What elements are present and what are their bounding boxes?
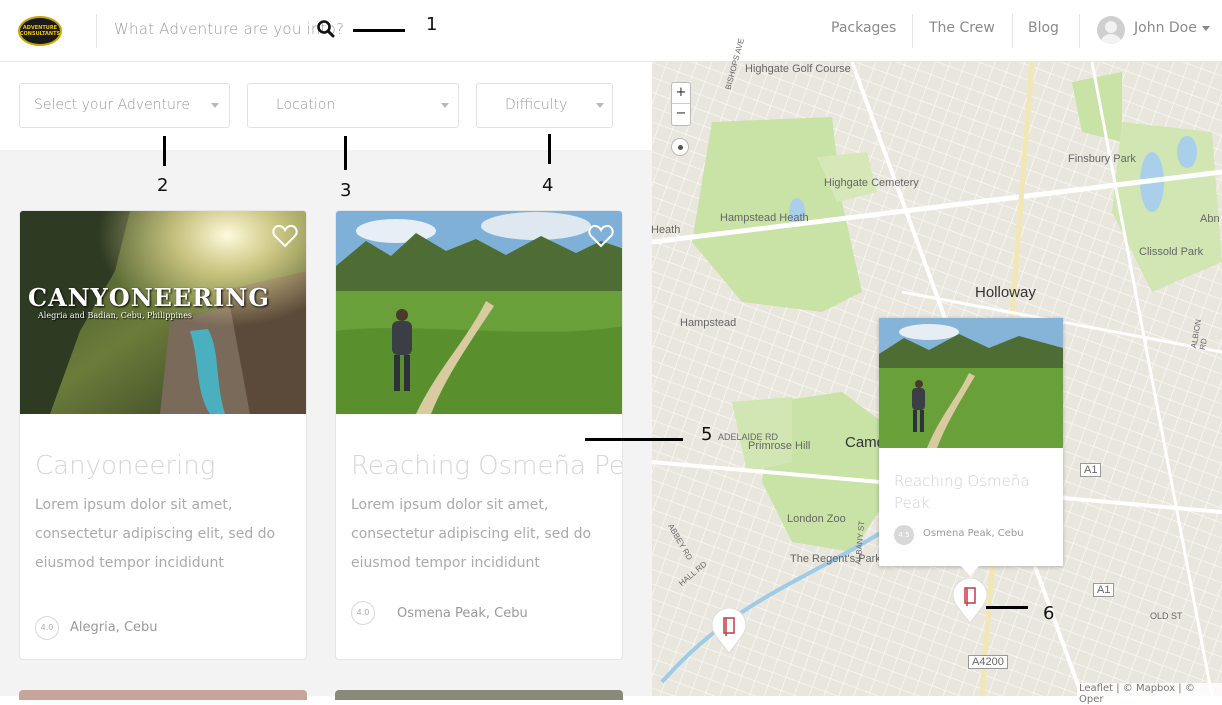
popup-image bbox=[879, 318, 1063, 448]
annotation-number: 5 bbox=[701, 424, 713, 445]
map-label: Highgate Golf Course bbox=[745, 63, 851, 75]
favorite-heart-icon[interactable] bbox=[588, 223, 614, 249]
user-avatar[interactable] bbox=[1097, 16, 1125, 44]
top-navigation-bar: ADVENTURE CONSULTANTS What Adventure are… bbox=[0, 0, 1222, 62]
divider bbox=[96, 14, 97, 48]
difficulty-select[interactable]: Difficulty bbox=[476, 83, 613, 128]
search-input[interactable]: What Adventure are you into? bbox=[114, 20, 344, 38]
divider bbox=[1012, 14, 1013, 48]
favorite-heart-icon[interactable] bbox=[272, 223, 298, 249]
annotation-number: 4 bbox=[542, 175, 554, 196]
popup-location: Osmena Peak, Cebu bbox=[923, 528, 1024, 539]
annotation-line bbox=[585, 438, 683, 441]
annotation-number: 3 bbox=[340, 180, 352, 201]
annotation-line bbox=[986, 606, 1028, 609]
card-image-title: CANYONEERING bbox=[28, 283, 270, 312]
map-attribution[interactable]: Leaflet | © Mapbox | © Oper bbox=[1077, 683, 1222, 705]
map-label: Heath bbox=[651, 224, 681, 236]
annotation-number: 6 bbox=[1043, 603, 1055, 624]
adventure-select[interactable]: Select your Adventure bbox=[19, 83, 230, 128]
rating-badge: 4.0 bbox=[35, 616, 59, 640]
difficulty-select-label: Difficulty bbox=[505, 97, 568, 113]
card-location: Osmena Peak, Cebu bbox=[397, 606, 528, 621]
divider bbox=[912, 14, 913, 48]
nav-the-crew[interactable]: The Crew bbox=[929, 20, 995, 36]
map-label: ADELAIDE RD bbox=[718, 432, 779, 442]
zoom-in-button[interactable]: + bbox=[672, 83, 690, 104]
map-label: OLD ST bbox=[1150, 611, 1183, 621]
map-label: Highgate Cemetery bbox=[824, 177, 919, 189]
chevron-down-icon bbox=[441, 103, 449, 108]
map-marker-pin[interactable] bbox=[952, 578, 988, 624]
user-menu-name[interactable]: John Doe bbox=[1134, 20, 1197, 36]
nav-packages[interactable]: Packages bbox=[831, 20, 896, 36]
card-location: Alegria, Cebu bbox=[70, 620, 158, 635]
map-label: Hampstead Heath bbox=[720, 212, 809, 224]
location-select[interactable]: Location bbox=[247, 83, 459, 128]
map-label: Finsbury Park bbox=[1068, 153, 1136, 165]
adventure-select-label: Select your Adventure bbox=[34, 97, 190, 113]
road-shield: A4200 bbox=[968, 655, 1008, 669]
annotation-line bbox=[163, 136, 166, 166]
nav-blog[interactable]: Blog bbox=[1028, 20, 1059, 36]
chevron-down-icon bbox=[596, 103, 604, 108]
popup-title[interactable]: Reaching Osmeña Peak bbox=[894, 470, 1054, 514]
canyoneering-image: CANYONEERING Alegria and Badian, Cebu, P… bbox=[20, 211, 306, 414]
map-label: Clissold Park bbox=[1139, 246, 1204, 258]
annotation-line bbox=[344, 136, 347, 170]
popup-tip bbox=[961, 566, 979, 576]
logo-line-2: CONSULTANTS bbox=[19, 31, 61, 37]
adventure-card-partial[interactable] bbox=[335, 690, 623, 700]
map-label: Abn bbox=[1200, 213, 1220, 225]
locate-me-icon[interactable] bbox=[671, 138, 689, 156]
annotation-line bbox=[548, 134, 551, 164]
map-label: London Zoo bbox=[787, 513, 846, 525]
zoom-control: + − bbox=[671, 82, 691, 126]
rating-badge: 4.0 bbox=[351, 601, 375, 625]
annotation-number: 1 bbox=[426, 14, 438, 35]
map-label: Hampstead bbox=[680, 317, 737, 329]
adventure-card[interactable]: Reaching Osmeña Peak Lorem ipsum dolor s… bbox=[335, 210, 623, 660]
annotation-number: 2 bbox=[157, 175, 169, 196]
card-title[interactable]: Canyoneering bbox=[35, 451, 215, 481]
brand-logo[interactable]: ADVENTURE CONSULTANTS bbox=[18, 16, 62, 46]
road-shield: A1 bbox=[1093, 583, 1115, 597]
adventure-card[interactable]: CANYONEERING Alegria and Badian, Cebu, P… bbox=[19, 210, 307, 660]
card-title[interactable]: Reaching Osmeña Peak bbox=[351, 451, 622, 481]
search-icon[interactable] bbox=[316, 19, 336, 39]
map-label: Holloway bbox=[975, 284, 1036, 301]
chevron-down-icon[interactable] bbox=[1202, 26, 1210, 31]
osmena-peak-image bbox=[336, 211, 622, 414]
adventure-card-partial[interactable] bbox=[19, 690, 307, 700]
map-label: The Regent's Park bbox=[790, 553, 881, 565]
card-description: Lorem ipsum dolor sit amet, consectetur … bbox=[351, 497, 592, 571]
road-shield: A1 bbox=[1080, 463, 1102, 477]
chevron-down-icon bbox=[211, 103, 219, 108]
map-popup[interactable]: Reaching Osmeña Peak 4.5 Osmena Peak, Ce… bbox=[879, 318, 1063, 566]
card-description: Lorem ipsum dolor sit amet, consectetur … bbox=[35, 497, 276, 571]
popup-rating-badge: 4.5 bbox=[894, 525, 914, 545]
location-select-label: Location bbox=[276, 97, 336, 113]
card-image-subtitle: Alegria and Badian, Cebu, Philippines bbox=[38, 311, 193, 320]
divider bbox=[1079, 14, 1080, 48]
annotation-line bbox=[353, 29, 405, 32]
zoom-out-button[interactable]: − bbox=[672, 104, 690, 125]
map-marker-pin[interactable] bbox=[711, 608, 747, 654]
